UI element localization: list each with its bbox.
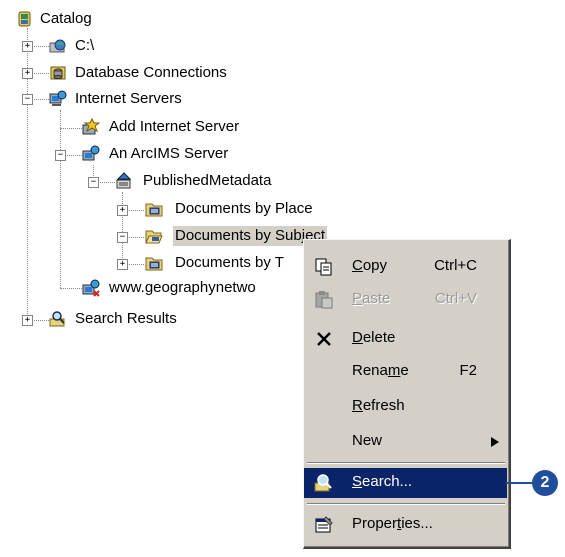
callout-line: [506, 482, 534, 484]
collapse-icon[interactable]: −: [88, 177, 99, 188]
menu-item-new[interactable]: New: [304, 427, 507, 457]
submenu-arrow-icon: [491, 437, 499, 447]
paste-shortcut: Ctrl+V: [434, 290, 477, 307]
folder-icon: [145, 257, 163, 271]
menu-separator: [307, 503, 505, 505]
metadata-service-icon: [116, 172, 132, 189]
expand-icon[interactable]: +: [22, 315, 33, 326]
menu-separator: [307, 462, 505, 464]
search-results-icon: [49, 311, 65, 327]
collapse-icon[interactable]: −: [55, 150, 66, 161]
tree-label-catalog: Catalog: [40, 10, 92, 27]
menu-item-rename[interactable]: Rename F2: [304, 357, 507, 387]
context-menu: Copy Ctrl+C Paste Ctrl+V Delete Rename F…: [303, 239, 511, 549]
tree-label: Add Internet Server: [109, 118, 240, 135]
tree-label: Search Results: [75, 310, 177, 327]
menu-item-search[interactable]: Search...: [304, 468, 507, 498]
delete-icon: [317, 332, 331, 346]
drive-icon: [49, 39, 66, 53]
tree-line: [60, 128, 82, 129]
menu-item-delete[interactable]: Delete: [304, 324, 507, 354]
tree-label: C:\: [75, 37, 95, 54]
rename-shortcut: F2: [459, 362, 477, 379]
callout-badge: 2: [532, 470, 558, 496]
menu-item-refresh[interactable]: Refresh: [304, 392, 507, 422]
copy-icon: [315, 258, 332, 276]
expand-icon[interactable]: +: [22, 68, 33, 79]
database-connections-icon: [50, 66, 66, 80]
tree-label: Internet Servers: [75, 90, 182, 107]
menu-item-copy[interactable]: Copy Ctrl+C: [304, 252, 507, 282]
internet-servers-icon: [49, 90, 67, 106]
add-server-icon: [82, 118, 100, 135]
tree-label: Documents by T: [175, 254, 284, 271]
tree-line: [60, 110, 61, 288]
search-icon: [314, 474, 332, 492]
tree-label: Database Connections: [75, 64, 227, 81]
paste-icon: [315, 291, 333, 309]
expand-icon[interactable]: +: [117, 259, 128, 270]
tree-label: Documents by Place: [175, 200, 313, 217]
copy-shortcut: Ctrl+C: [434, 257, 477, 274]
disconnected-server-icon: [82, 279, 100, 297]
menu-item-properties[interactable]: Properties...: [304, 510, 507, 540]
arcims-server-icon: [82, 145, 100, 161]
menu-item-paste: Paste Ctrl+V: [304, 285, 507, 315]
collapse-icon[interactable]: −: [117, 232, 128, 243]
tree-label: PublishedMetadata: [143, 172, 272, 189]
catalog-icon: [18, 11, 31, 27]
tree-label: An ArcIMS Server: [109, 145, 229, 162]
tree-label: www.geographynetwo: [109, 279, 256, 296]
tree-line: [122, 192, 123, 264]
expand-icon[interactable]: +: [22, 41, 33, 52]
expand-icon[interactable]: +: [117, 205, 128, 216]
properties-icon: [315, 516, 333, 533]
folder-icon: [145, 203, 163, 217]
tree-line: [60, 288, 82, 289]
open-folder-icon: [145, 230, 163, 244]
collapse-icon[interactable]: −: [22, 94, 33, 105]
